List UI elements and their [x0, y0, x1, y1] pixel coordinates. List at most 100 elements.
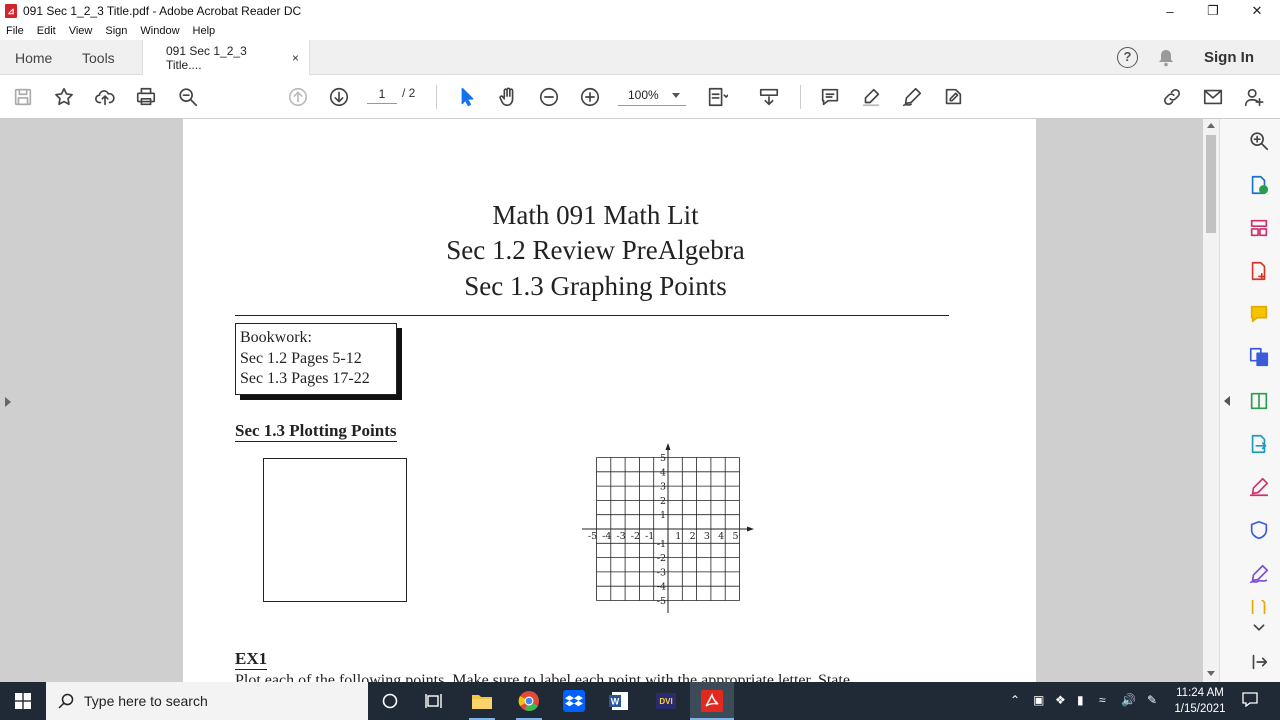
zoom-select[interactable]: 100%: [618, 84, 686, 106]
zoom-out-icon[interactable]: [537, 85, 561, 109]
menu-window[interactable]: Window: [140, 25, 179, 37]
grid-x-label: 4: [718, 531, 724, 542]
tab-home[interactable]: Home: [15, 40, 52, 75]
taskbar-clock[interactable]: 11:24 AM 1/15/2021: [1166, 685, 1234, 717]
comment-icon[interactable]: [818, 85, 842, 109]
grid-x-label: 2: [690, 531, 696, 542]
task-view-icon[interactable]: [422, 689, 446, 713]
edit-pdf-icon[interactable]: [1247, 389, 1271, 413]
svg-text:W: W: [611, 697, 620, 707]
fill-sign-tool-icon[interactable]: [1247, 475, 1271, 499]
restore-icon[interactable]: ❐: [1190, 0, 1236, 22]
organize-pages-icon[interactable]: [1247, 216, 1271, 240]
ex1-heading: EX1: [235, 649, 268, 670]
collapse-panel-icon[interactable]: [1224, 396, 1230, 406]
share-edit-icon[interactable]: [941, 85, 965, 109]
dvi-viewer-icon[interactable]: DVI: [654, 689, 678, 713]
vertical-scrollbar[interactable]: [1203, 119, 1219, 682]
doc-title-line-1: Math 091 Math Lit: [492, 200, 699, 230]
notifications-icon[interactable]: [1242, 691, 1258, 710]
bookwork-line: Sec 1.2 Pages 5-12: [240, 349, 362, 367]
word-icon[interactable]: W: [607, 689, 631, 713]
page-fit-icon[interactable]: [705, 85, 729, 109]
create-pdf-icon[interactable]: [1247, 259, 1271, 283]
search-zoom-icon[interactable]: [1247, 129, 1271, 153]
print-icon[interactable]: [134, 85, 158, 109]
bookwork-box: Bookwork: Sec 1.2 Pages 5-12 Sec 1.3 Pag…: [235, 323, 397, 395]
pen-workspace-icon[interactable]: ✎: [1147, 693, 1157, 707]
clock-date: 1/15/2021: [1174, 703, 1226, 715]
export-arrow-icon[interactable]: [1247, 432, 1271, 456]
scroll-mode-icon[interactable]: [757, 85, 781, 109]
highlight-pen-icon[interactable]: [859, 85, 883, 109]
scroll-thumb[interactable]: [1206, 135, 1216, 233]
menu-sign[interactable]: Sign: [105, 25, 127, 37]
acrobat-taskbar-button[interactable]: [690, 682, 734, 720]
meet-now-icon[interactable]: ▣: [1033, 693, 1044, 707]
sign-tool-icon[interactable]: [1247, 562, 1271, 586]
menu-file[interactable]: File: [6, 25, 24, 37]
wifi-icon[interactable]: ≈: [1099, 693, 1106, 707]
email-icon[interactable]: [1201, 85, 1225, 109]
file-explorer-icon[interactable]: [470, 689, 494, 713]
tab-document[interactable]: 091 Sec 1_2_3 Title.... ×: [142, 40, 310, 76]
doc-title-line-3: Sec 1.3 Graphing Points: [464, 271, 727, 301]
grid-y-label: 4: [660, 467, 666, 478]
select-cursor-icon[interactable]: [455, 85, 479, 109]
tab-close-icon[interactable]: ×: [292, 51, 299, 65]
next-page-icon[interactable]: [327, 85, 351, 109]
chevron-down-icon[interactable]: [1247, 616, 1271, 640]
grid-x-label: 1: [675, 531, 681, 542]
grid-y-label: -5: [657, 596, 666, 607]
close-icon[interactable]: ✕: [1234, 0, 1280, 22]
expand-left-panel-icon[interactable]: [5, 397, 11, 407]
add-user-icon[interactable]: [1242, 85, 1266, 109]
bookmark-star-icon[interactable]: [52, 85, 76, 109]
zoom-search-icon[interactable]: [176, 85, 200, 109]
sign-in-button[interactable]: Sign In: [1204, 49, 1254, 66]
collapse-right-pane-icon[interactable]: [1247, 650, 1271, 674]
cortana-icon[interactable]: [378, 689, 402, 713]
comment-tool-icon[interactable]: [1247, 302, 1271, 326]
minimize-icon[interactable]: –: [1147, 0, 1193, 22]
grid-y-label: -3: [657, 567, 666, 578]
doc-title-line-2: Sec 1.2 Review PreAlgebra: [446, 235, 745, 265]
previous-page-icon[interactable]: [286, 85, 310, 109]
search-placeholder: Type here to search: [84, 693, 208, 709]
zoom-in-icon[interactable]: [578, 85, 602, 109]
grid-y-label: -1: [657, 539, 666, 550]
chrome-icon[interactable]: [517, 689, 541, 713]
grid-y-label: 5: [660, 453, 666, 464]
menu-help[interactable]: Help: [193, 25, 216, 37]
grid-x-label: -2: [631, 531, 640, 542]
hand-tool-icon[interactable]: [496, 85, 520, 109]
section-heading: Sec 1.3 Plotting Points: [235, 421, 397, 442]
page-number-input[interactable]: 1: [367, 84, 397, 104]
battery-icon[interactable]: ▮: [1077, 693, 1084, 707]
more-tools-icon[interactable]: [1247, 600, 1271, 614]
upload-cloud-icon[interactable]: [93, 85, 117, 109]
windows-start-icon[interactable]: [0, 682, 46, 720]
fill-sign-icon[interactable]: [900, 85, 924, 109]
convert-icon[interactable]: [1247, 345, 1271, 369]
menu-view[interactable]: View: [69, 25, 93, 37]
bell-icon[interactable]: [1157, 48, 1175, 68]
show-hidden-icons-icon[interactable]: ⌃: [1010, 693, 1020, 707]
volume-icon[interactable]: 🔊: [1121, 693, 1136, 707]
export-pdf-icon[interactable]: [1247, 173, 1271, 197]
save-icon[interactable]: [11, 85, 35, 109]
taskbar-search-input[interactable]: Type here to search: [46, 682, 368, 720]
blank-square: [263, 458, 407, 602]
grid-y-label: 2: [660, 496, 666, 507]
title-bar: ⊿ 091 Sec 1_2_3 Title.pdf - Adobe Acroba…: [0, 0, 1280, 22]
menu-edit[interactable]: Edit: [37, 25, 56, 37]
dropbox-tray-icon[interactable]: ❖: [1055, 693, 1066, 707]
tab-tools[interactable]: Tools: [82, 40, 115, 75]
title-rule: [235, 315, 949, 316]
protect-shield-icon[interactable]: [1247, 518, 1271, 542]
help-icon[interactable]: ?: [1117, 47, 1138, 68]
dropbox-icon[interactable]: [562, 689, 586, 713]
share-link-icon[interactable]: [1160, 85, 1184, 109]
scroll-up-icon[interactable]: [1207, 123, 1215, 128]
scroll-down-icon[interactable]: [1207, 671, 1215, 676]
